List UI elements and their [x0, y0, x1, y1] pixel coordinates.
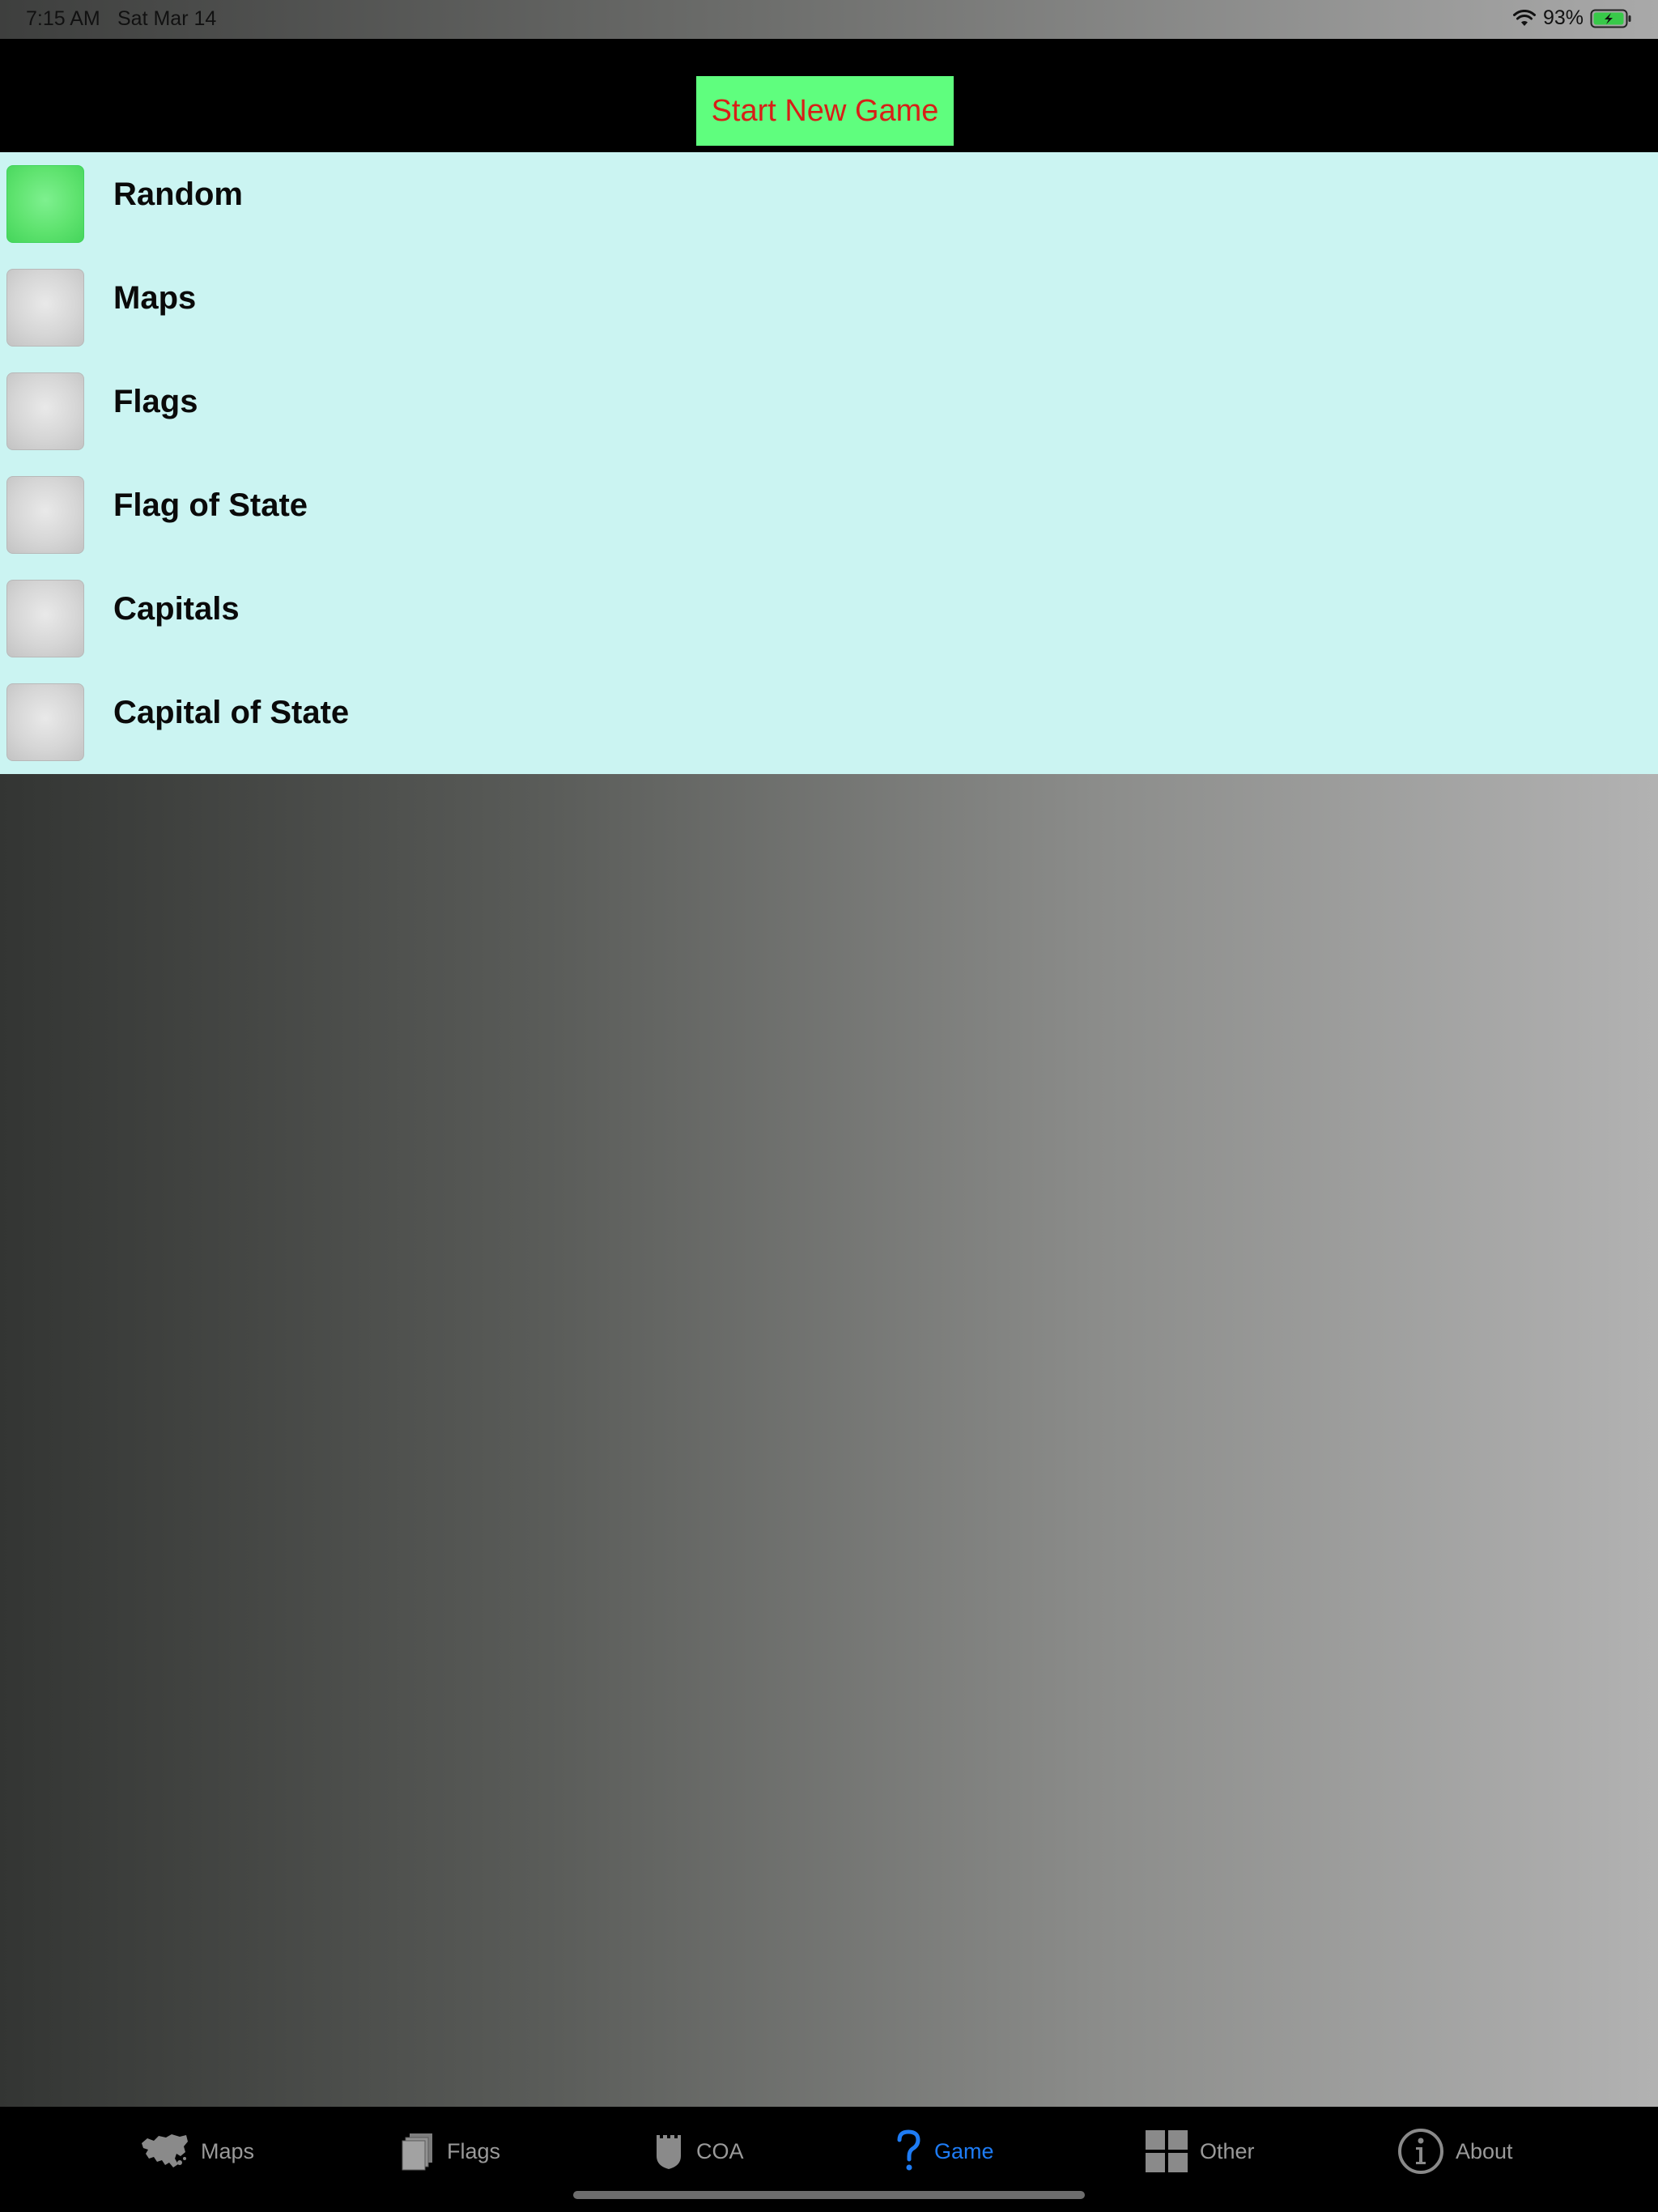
- option-label: Capitals: [113, 591, 240, 627]
- option-label: Flags: [113, 384, 198, 419]
- tab-label: COA: [696, 2138, 744, 2163]
- status-bar: 7:15 AM Sat Mar 14 93%: [0, 0, 1658, 39]
- tab-label: Flags: [447, 2138, 501, 2163]
- option-flag-of-state[interactable]: Flag of State: [0, 463, 1658, 567]
- tab-label: About: [1456, 2138, 1513, 2163]
- info-icon: [1397, 2128, 1444, 2175]
- grid-icon: [1145, 2129, 1188, 2173]
- option-checkbox[interactable]: [6, 372, 84, 450]
- option-maps[interactable]: Maps: [0, 256, 1658, 359]
- tab-bar: Maps Flags COA Game Other About: [0, 2107, 1658, 2212]
- tab-game[interactable]: Game: [894, 2123, 994, 2180]
- tab-label: Game: [934, 2138, 994, 2163]
- battery-percent: 93%: [1542, 6, 1584, 29]
- tab-label: Other: [1200, 2138, 1255, 2163]
- option-checkbox[interactable]: [6, 476, 84, 554]
- question-icon: [894, 2129, 923, 2174]
- status-indicators: 93%: [1512, 6, 1634, 30]
- game-type-list: Random Maps Flags Flag of State Capitals…: [0, 152, 1658, 774]
- option-capital-of-state[interactable]: Capital of State: [0, 670, 1658, 774]
- tab-coa[interactable]: COA: [653, 2123, 744, 2180]
- tab-other[interactable]: Other: [1145, 2123, 1255, 2180]
- tab-label: Maps: [201, 2138, 255, 2163]
- wifi-icon: [1512, 9, 1537, 28]
- option-label: Flag of State: [113, 487, 308, 523]
- option-label: Capital of State: [113, 695, 350, 730]
- option-label: Random: [113, 177, 243, 212]
- tab-maps[interactable]: Maps: [139, 2123, 254, 2180]
- option-checkbox[interactable]: [6, 580, 84, 657]
- shield-icon: [653, 2132, 685, 2171]
- header-bar: Start New Game: [0, 39, 1658, 152]
- status-time: 7:15 AM: [26, 7, 100, 30]
- battery-icon: [1590, 8, 1634, 29]
- home-indicator: [573, 2191, 1085, 2199]
- tab-flags[interactable]: Flags: [400, 2123, 500, 2180]
- option-checkbox[interactable]: [6, 269, 84, 347]
- map-icon: [139, 2132, 189, 2171]
- flag-book-icon: [400, 2131, 436, 2172]
- option-random[interactable]: Random: [0, 152, 1658, 256]
- start-new-game-button[interactable]: Start New Game: [696, 76, 954, 146]
- status-date: Sat Mar 14: [117, 7, 217, 30]
- option-flags[interactable]: Flags: [0, 359, 1658, 463]
- option-capitals[interactable]: Capitals: [0, 567, 1658, 670]
- option-checkbox[interactable]: [6, 165, 84, 243]
- tab-about[interactable]: About: [1397, 2123, 1513, 2180]
- option-label: Maps: [113, 280, 197, 316]
- option-checkbox[interactable]: [6, 683, 84, 761]
